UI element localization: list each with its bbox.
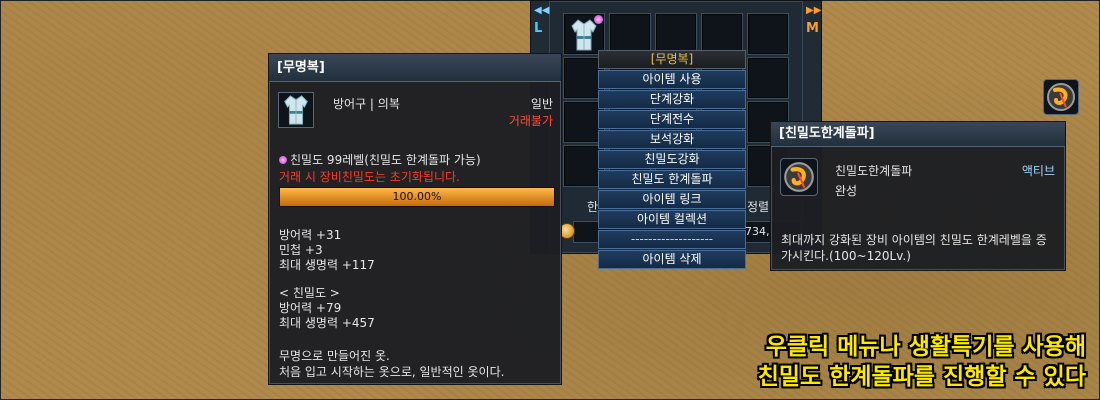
item-affinity-level: 친밀도 99레벨(친밀도 한계돌파 가능) — [279, 151, 481, 168]
item-description-line: 무명으로 만들어진 옷. — [279, 349, 390, 363]
item-type: 방어구 | 의복 — [333, 97, 400, 111]
inventory-slot[interactable] — [747, 57, 789, 99]
breakthrough-skill-icon — [1047, 83, 1075, 111]
item-tooltip: [무명복] 방어구 | 의복 일반 거래불가 친밀도 99레벨(친밀도 한계돌파… — [268, 53, 562, 385]
inventory-slot[interactable] — [701, 13, 743, 55]
sort-button[interactable]: 정렬 — [747, 198, 769, 215]
inventory-slot[interactable] — [655, 13, 697, 55]
inventory-slot-row — [563, 13, 789, 55]
skill-tooltip-title: [친밀도한계돌파] — [771, 122, 1065, 147]
left-tag[interactable]: L — [534, 21, 542, 36]
menu-item-step-transfer[interactable]: 단계전수 — [598, 110, 746, 129]
menu-item-step-enhance[interactable]: 단계강화 — [598, 90, 746, 109]
menu-item-affinity-breakthrough[interactable]: 친밀도 한계돌파 — [598, 170, 746, 189]
item-description: 무명으로 만들어진 옷. 처음 입고 시작하는 옷으로, 일반적인 옷이다. — [279, 348, 504, 380]
quickslot-skill[interactable] — [1043, 79, 1079, 115]
item-stat: 최대 생명력 +117 — [279, 258, 375, 272]
item-description-line: 처음 입고 시작하는 옷으로, 일반적인 옷이다. — [279, 365, 505, 379]
skill-tooltip: [친밀도한계돌파] 친밀도한계돌파 완성 액티브 최대까지 강화된 장비 아이템… — [770, 121, 1066, 271]
affinity-progress-text: 100.00% — [392, 190, 442, 203]
affinity-gem-icon — [279, 155, 287, 164]
right-tag[interactable]: M — [806, 21, 819, 36]
caption: 우클릭 메뉴나 생활특기를 사용해 친밀도 한계돌파를 진행할 수 있다 — [758, 332, 1086, 392]
menu-item-gem-enhance[interactable]: 보석강화 — [598, 130, 746, 149]
skill-tooltip-icon-frame — [780, 158, 818, 196]
robe-icon — [571, 19, 597, 51]
item-context-menu: [무명복] 아이템 사용 단계강화 단계전수 보석강화 친밀도강화 친밀도 한계… — [598, 50, 746, 269]
item-tooltip-title: [무명복] — [269, 54, 561, 82]
breakthrough-skill-icon — [784, 162, 814, 192]
caption-line: 친밀도 한계돌파를 진행할 수 있다 — [757, 364, 1086, 390]
context-menu-header: [무명복] — [598, 50, 746, 69]
menu-separator: ------------------- — [598, 230, 746, 249]
item-bonus-stat: 방어력 +79 — [279, 301, 342, 315]
item-trade-status: 거래불가 — [508, 114, 553, 128]
robe-icon — [284, 95, 308, 125]
item-affinity-level-text: 친밀도 99레벨(친밀도 한계돌파 가능) — [290, 153, 481, 167]
affinity-gem-icon — [594, 15, 603, 24]
skill-name: 친밀도한계돌파 — [835, 164, 913, 178]
menu-item-link[interactable]: 아이템 링크 — [598, 190, 746, 209]
inventory-tab-fragment[interactable]: 한 — [587, 198, 598, 215]
item-trade-warning: 거래 시 장비친밀도는 초기화됩니다. — [279, 170, 460, 184]
item-affinity-bonus: < 친밀도 > 방어력 +79 최대 생명력 +457 — [279, 286, 375, 331]
item-affinity-bonus-header: < 친밀도 > — [279, 286, 340, 300]
menu-item-use[interactable]: 아이템 사용 — [598, 70, 746, 89]
menu-item-delete[interactable]: 아이템 삭제 — [598, 250, 746, 269]
inventory-slot-robe[interactable] — [563, 13, 605, 55]
caption-line: 우클릭 메뉴나 생활특기를 사용해 — [765, 334, 1086, 360]
inventory-slot[interactable] — [609, 13, 651, 55]
left-arrow-icon[interactable]: ◀◀ — [534, 5, 549, 16]
skill-description: 최대까지 강화된 장비 아이템의 친밀도 한계레벨을 증가시킨다.(100~12… — [781, 233, 1047, 263]
skill-state: 완성 — [835, 184, 858, 198]
item-tooltip-icon-frame — [278, 92, 314, 128]
item-stat: 민첩 +3 — [279, 243, 323, 257]
menu-item-affinity-enhance[interactable]: 친밀도강화 — [598, 150, 746, 169]
skill-type: 액티브 — [1021, 164, 1055, 178]
item-grade: 일반 — [530, 97, 553, 111]
affinity-progress-bar: 100.00% — [279, 187, 555, 207]
inventory-slot[interactable] — [747, 13, 789, 55]
menu-item-collection[interactable]: 아이템 컬렉션 — [598, 210, 746, 229]
right-arrow-icon[interactable]: ▶▶ — [806, 5, 821, 16]
item-bonus-stat: 최대 생명력 +457 — [279, 316, 375, 330]
item-stat: 방어력 +31 — [279, 228, 342, 242]
item-stats: 방어력 +31 민첩 +3 최대 생명력 +117 — [279, 228, 375, 273]
coin-value: 734, — [745, 225, 770, 238]
